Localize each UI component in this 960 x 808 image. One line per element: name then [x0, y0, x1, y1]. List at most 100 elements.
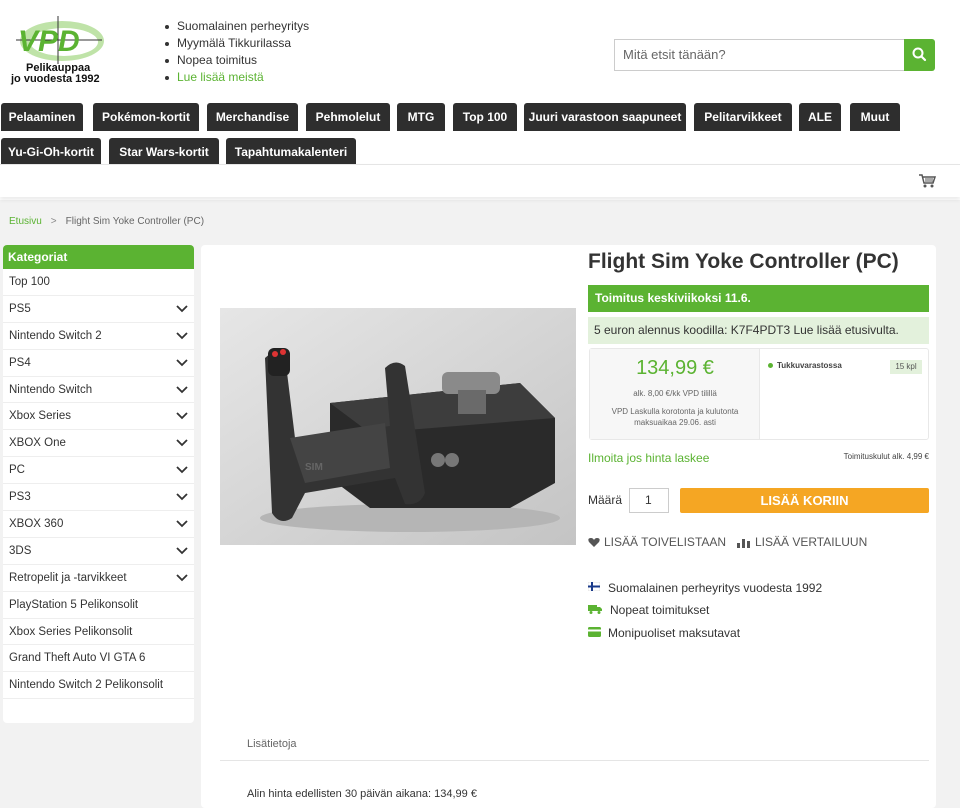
product-title: Flight Sim Yoke Controller (PC)	[588, 250, 899, 273]
compare-label: LISÄÄ VERTAILUUN	[755, 535, 868, 549]
sidebar-item-label: Nintendo Switch	[9, 383, 93, 396]
nav-yugioh-kortit[interactable]: Yu-Gi-Oh-kortit	[1, 138, 101, 166]
nav-muut[interactable]: Muut	[850, 103, 900, 131]
sidebar-item[interactable]: XBOX 360	[3, 511, 194, 538]
sidebar-item-label: XBOX 360	[9, 518, 64, 531]
nav-pehmolelut[interactable]: Pehmolelut	[306, 103, 390, 131]
feature-payment-methods: Monipuoliset maksutavat	[588, 626, 740, 640]
truck-icon	[588, 605, 602, 614]
sidebar-item-label: Grand Theft Auto VI GTA 6	[9, 652, 146, 665]
sidebar-item[interactable]: PC	[3, 457, 194, 485]
sidebar-item[interactable]: Grand Theft Auto VI GTA 6	[3, 645, 194, 673]
chevron-down-icon[interactable]	[176, 412, 188, 420]
sidebar-item[interactable]: Top 100	[3, 269, 194, 296]
sidebar-item[interactable]: XBOX One	[3, 430, 194, 458]
chevron-down-icon[interactable]	[176, 574, 188, 582]
sidebar-item-label: Xbox Series Pelikonsolit	[9, 625, 133, 638]
breadcrumb-home[interactable]: Etusivu	[9, 216, 42, 227]
sidebar-item-label: PS3	[9, 491, 31, 504]
search-button[interactable]	[904, 39, 935, 71]
price-section: 134,99 € alk. 8,00 €/kk VPD tilillä VPD …	[590, 349, 760, 439]
usp-item: Suomalainen perheyritys	[163, 18, 309, 35]
feature-text: Monipuoliset maksutavat	[608, 626, 741, 640]
nav-pelitarvikkeet[interactable]: Pelitarvikkeet	[694, 103, 792, 131]
bar-chart-icon	[737, 539, 750, 548]
sidebar-item[interactable]: Retropelit ja -tarvikkeet	[3, 565, 194, 592]
about-link[interactable]: Lue lisää meistä	[163, 69, 309, 86]
nav-top-100[interactable]: Top 100	[453, 103, 517, 131]
chevron-down-icon[interactable]	[176, 466, 188, 474]
nav-pelaaminen[interactable]: Pelaaminen	[1, 103, 83, 131]
sidebar-item-label: Retropelit ja -tarvikkeet	[9, 571, 127, 584]
delivery-banner: Toimitus keskiviikoksi 11.6.	[588, 285, 929, 312]
add-to-compare-button[interactable]: LISÄÄ VERTAILUUN	[737, 535, 867, 549]
sidebar-item-label: PS5	[9, 302, 31, 315]
category-sidebar: Kategoriat Top 100 PS5 Nintendo Switch 2 PS…	[3, 245, 194, 723]
cart-bar	[0, 164, 960, 197]
search-icon	[912, 47, 927, 62]
sidebar-item-label: XBOX One	[9, 437, 66, 450]
sidebar-item[interactable]: Nintendo Switch 2	[3, 323, 194, 350]
stock-status: Tukkuvarastossa	[777, 361, 842, 370]
product-image[interactable]: SIM	[220, 308, 576, 545]
svg-text:SIM: SIM	[305, 462, 323, 473]
quantity-label: Määrä	[588, 493, 623, 507]
sidebar-item-label: PS4	[9, 356, 31, 369]
sidebar-item-label: PC	[9, 464, 25, 477]
chevron-down-icon[interactable]	[176, 385, 188, 394]
feature-text: Suomalainen perheyritys vuodesta 1992	[608, 581, 823, 595]
nav-pokemon-kortit[interactable]: Pokémon-kortit	[93, 103, 199, 131]
sidebar-item-label: Xbox Series	[9, 410, 72, 423]
heart-icon	[588, 538, 600, 547]
sidebar-item[interactable]: PS3	[3, 484, 194, 512]
nav-merchandise[interactable]: Merchandise	[207, 103, 298, 131]
chevron-down-icon[interactable]	[176, 493, 188, 501]
sidebar-item-label: Nintendo Switch 2	[9, 329, 102, 342]
sidebar-item[interactable]: PlayStation 5 Pelikonsolit	[3, 592, 194, 619]
wishlist-label: LISÄÄ TOIVELISTAAN	[604, 535, 727, 549]
sidebar-item[interactable]: Xbox Series Pelikonsolit	[3, 619, 194, 646]
usp-list: Suomalainen perheyritys Myymälä Tikkuril…	[163, 18, 309, 86]
sidebar-item[interactable]: Nintendo Switch	[3, 377, 194, 404]
breadcrumb-current: Flight Sim Yoke Controller (PC)	[65, 216, 205, 227]
add-to-cart-button[interactable]: LISÄÄ KORIIN	[680, 488, 929, 513]
nav-ale[interactable]: ALE	[799, 103, 841, 131]
usp-item: Nopea toimitus	[163, 52, 309, 69]
chevron-down-icon[interactable]	[176, 305, 188, 313]
sidebar-item[interactable]: Nintendo Switch 2 Pelikonsolit	[3, 672, 194, 700]
lowest-price-info: Alin hinta edellisten 30 päivän aikana: …	[247, 788, 477, 800]
chevron-down-icon[interactable]	[176, 359, 188, 367]
nav-new-arrivals[interactable]: Juuri varastoon saapuneet	[524, 103, 686, 131]
nav-tapahtumakalenteri[interactable]: Tapahtumakalenteri	[226, 138, 356, 166]
sidebar-item[interactable]: Xbox Series	[3, 403, 194, 431]
stock-quantity-badge: 15 kpl	[890, 360, 922, 374]
search-input[interactable]: Mitä etsit tänään?	[614, 39, 905, 71]
site-logo[interactable]: VPD Pelikauppaa jo vuodesta 1992	[8, 12, 108, 88]
add-to-wishlist-button[interactable]: LISÄÄ TOIVELISTAAN	[588, 535, 726, 549]
sidebar-title: Kategoriat	[3, 245, 194, 269]
sidebar-item[interactable]: 3DS	[3, 538, 194, 565]
category-list: Top 100 PS5 Nintendo Switch 2 PS4 Nintendo S…	[3, 269, 194, 700]
chevron-down-icon[interactable]	[176, 520, 188, 528]
sidebar-item-label: PlayStation 5 Pelikonsolit	[9, 598, 139, 611]
chevron-down-icon[interactable]	[176, 332, 188, 340]
promo-banner: 5 euron alennus koodilla: K7F4PDT3 Lue l…	[588, 317, 929, 344]
nav-mtg[interactable]: MTG	[397, 103, 445, 131]
sidebar-item[interactable]: PS5	[3, 296, 194, 323]
sidebar-item[interactable]: PS4	[3, 350, 194, 377]
nav-star-wars-kortit[interactable]: Star Wars-kortit	[109, 138, 219, 166]
breadcrumb: Etusivu > Flight Sim Yoke Controller (PC)	[9, 216, 204, 227]
feature-family-business: Suomalainen perheyritys vuodesta 1992	[588, 581, 822, 595]
logo-tagline-2: jo vuodesta 1992	[11, 73, 100, 85]
monthly-price: alk. 8,00 €/kk VPD tilillä	[633, 389, 717, 398]
finland-flag-icon	[588, 582, 600, 591]
chevron-down-icon[interactable]	[176, 439, 188, 447]
usp-item: Myymälä Tikkurilassa	[163, 35, 309, 52]
quantity-input[interactable]: 1	[629, 488, 669, 513]
tab-lisatietoja[interactable]: Lisätietoja	[247, 738, 297, 750]
chevron-down-icon[interactable]	[176, 547, 188, 555]
shopping-cart-icon[interactable]	[918, 173, 936, 189]
price-box: 134,99 € alk. 8,00 €/kk VPD tilillä VPD …	[589, 348, 929, 440]
feature-fast-delivery: Nopeat toimitukset	[588, 603, 709, 617]
price-alert-link[interactable]: Ilmoita jos hinta laskee	[588, 451, 709, 465]
